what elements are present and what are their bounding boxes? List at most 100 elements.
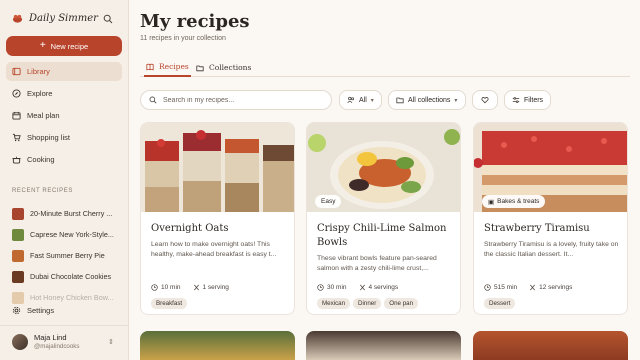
tab-recipes[interactable]: Recipes bbox=[144, 58, 191, 77]
settings-link[interactable]: Settings bbox=[12, 306, 54, 315]
recipe-tag[interactable]: Mexican bbox=[317, 298, 351, 309]
recipe-thumbnail bbox=[12, 270, 24, 283]
tabs: Recipes Collections bbox=[140, 58, 630, 77]
page-subtitle: 11 recipes in your collection bbox=[140, 35, 226, 42]
recent-recipe-label: Hot Honey Chicken Bow... bbox=[30, 293, 114, 302]
filter-toolbar: All ▾ All collections ▾ Filters bbox=[140, 90, 630, 110]
clock-icon bbox=[484, 284, 491, 291]
recipe-title: Strawberry Tiramisu bbox=[484, 223, 590, 234]
user-handle: @majalindcooks bbox=[34, 343, 80, 350]
sidebar-item-label: Meal plan bbox=[27, 111, 60, 120]
utensils-icon bbox=[359, 284, 365, 291]
calendar-icon bbox=[12, 111, 21, 120]
recipe-time: 10 min bbox=[151, 284, 181, 291]
folder-icon bbox=[396, 97, 404, 104]
recipe-tags: Dessert bbox=[484, 298, 516, 309]
recipe-card-partial[interactable] bbox=[306, 331, 461, 360]
sidebar-item-explore[interactable]: Explore bbox=[6, 84, 122, 103]
recent-recipe-item[interactable]: Hot Honey Chicken Bow... bbox=[12, 287, 122, 308]
people-filter-dropdown[interactable]: All ▾ bbox=[339, 90, 382, 110]
settings-label: Settings bbox=[27, 306, 55, 315]
compass-icon bbox=[12, 89, 21, 98]
recent-recipes-list: 20-Minute Burst Cherry ... Caprese New Y… bbox=[12, 203, 122, 308]
recipe-meta: 10 min 1 serving bbox=[151, 284, 229, 291]
recipe-time-value: 30 min bbox=[327, 284, 347, 291]
filters-button[interactable]: Filters bbox=[504, 90, 552, 110]
recipe-card-partial[interactable] bbox=[473, 331, 628, 360]
recipe-servings-value: 4 servings bbox=[368, 284, 399, 291]
recent-recipe-label: 20-Minute Burst Cherry ... bbox=[30, 209, 113, 218]
clock-icon bbox=[151, 284, 158, 291]
recipe-card[interactable]: ▣ Bakes & treats Strawberry Tiramisu Str… bbox=[473, 122, 628, 315]
folder-icon bbox=[196, 65, 204, 71]
collections-filter-value: All collections bbox=[408, 96, 451, 104]
cake-icon: ▣ bbox=[488, 198, 495, 206]
recipe-servings-value: 1 serving bbox=[202, 284, 229, 291]
recipe-card[interactable]: Easy Crispy Chili-Lime Salmon Bowls Thes… bbox=[306, 122, 461, 315]
sidebar-item-shopping-list[interactable]: Shopping list bbox=[6, 128, 122, 147]
logo-icon bbox=[12, 14, 23, 23]
category-badge-label: Bakes & treats bbox=[497, 198, 540, 205]
chevron-down-icon: ▾ bbox=[370, 97, 374, 104]
sidebar-item-library[interactable]: Library bbox=[6, 62, 122, 81]
recipe-card-partial[interactable] bbox=[140, 331, 295, 360]
book-icon bbox=[146, 63, 154, 70]
sidebar-nav: Library Explore Meal plan Shopping list … bbox=[6, 62, 122, 172]
recipe-time: 30 min bbox=[317, 284, 347, 291]
people-icon bbox=[347, 96, 355, 104]
recent-recipe-label: Caprese New York-Style... bbox=[30, 230, 114, 239]
user-profile[interactable]: Maja Lind @majalindcooks bbox=[12, 333, 80, 350]
tab-collections[interactable]: Collections bbox=[196, 58, 251, 77]
recipe-servings: 4 servings bbox=[359, 284, 399, 291]
chevron-down-icon: ▾ bbox=[454, 97, 458, 104]
recent-recipe-item[interactable]: Dubai Chocolate Cookies bbox=[12, 266, 122, 287]
avatar bbox=[12, 333, 28, 350]
recipe-tag[interactable]: Dessert bbox=[484, 298, 516, 309]
recipe-thumbnail bbox=[12, 249, 24, 262]
search-icon[interactable] bbox=[103, 14, 113, 24]
chevron-updown-icon[interactable]: ⇕ bbox=[108, 338, 114, 346]
recent-recipe-item[interactable]: Caprese New York-Style... bbox=[12, 224, 122, 245]
app-name: Daily Simmer bbox=[29, 13, 98, 24]
sidebar-item-cooking[interactable]: Cooking bbox=[6, 150, 122, 169]
recipe-title: Crispy Chili-Lime Salmon Bowls bbox=[317, 223, 447, 248]
utensils-icon bbox=[530, 284, 536, 291]
search-box[interactable] bbox=[140, 90, 332, 110]
collections-filter-dropdown[interactable]: All collections ▾ bbox=[388, 90, 466, 110]
recipe-tag[interactable]: Dinner bbox=[353, 298, 382, 309]
sidebar-item-meal-plan[interactable]: Meal plan bbox=[6, 106, 122, 125]
favorites-toggle[interactable] bbox=[472, 90, 498, 110]
sliders-icon bbox=[512, 97, 520, 103]
recipe-servings-value: 12 servings bbox=[539, 284, 573, 291]
tab-label: Recipes bbox=[159, 62, 189, 71]
page-title: My recipes bbox=[140, 11, 250, 32]
sidebar-item-label: Cooking bbox=[27, 155, 55, 164]
divider bbox=[0, 325, 129, 326]
category-badge: ▣ Bakes & treats bbox=[482, 195, 546, 208]
heart-icon bbox=[481, 97, 489, 104]
recipe-thumbnail bbox=[12, 291, 24, 304]
recipe-tag[interactable]: Breakfast bbox=[151, 298, 188, 309]
recipe-servings: 12 servings bbox=[529, 284, 572, 291]
new-recipe-button[interactable]: + New recipe bbox=[6, 36, 122, 56]
recipe-title: Overnight Oats bbox=[151, 223, 229, 234]
recipe-card[interactable]: Overnight Oats Learn how to make overnig… bbox=[140, 122, 295, 315]
utensils-icon bbox=[193, 284, 199, 291]
sidebar: Daily Simmer + New recipe Library Explor… bbox=[0, 0, 129, 360]
brand[interactable]: Daily Simmer bbox=[12, 13, 98, 24]
tab-label: Collections bbox=[209, 63, 252, 72]
recipe-thumbnail bbox=[12, 228, 24, 241]
search-input[interactable] bbox=[163, 96, 323, 104]
clock-icon bbox=[317, 284, 324, 291]
recipe-tag[interactable]: One pan bbox=[384, 298, 419, 309]
sidebar-item-label: Explore bbox=[27, 89, 53, 98]
recent-recipe-item[interactable]: Fast Summer Berry Pie bbox=[12, 245, 122, 266]
library-icon bbox=[12, 67, 21, 76]
plus-icon: + bbox=[39, 40, 46, 51]
recipe-meta: 515 min 12 servings bbox=[484, 284, 572, 291]
recent-recipe-item[interactable]: 20-Minute Burst Cherry ... bbox=[12, 203, 122, 224]
new-recipe-label: New recipe bbox=[50, 41, 89, 51]
recipe-description: Strawberry Tiramisu is a lovely, fruity … bbox=[484, 241, 619, 258]
gear-icon bbox=[12, 306, 21, 315]
main-content: My recipes 11 recipes in your collection… bbox=[129, 0, 640, 360]
